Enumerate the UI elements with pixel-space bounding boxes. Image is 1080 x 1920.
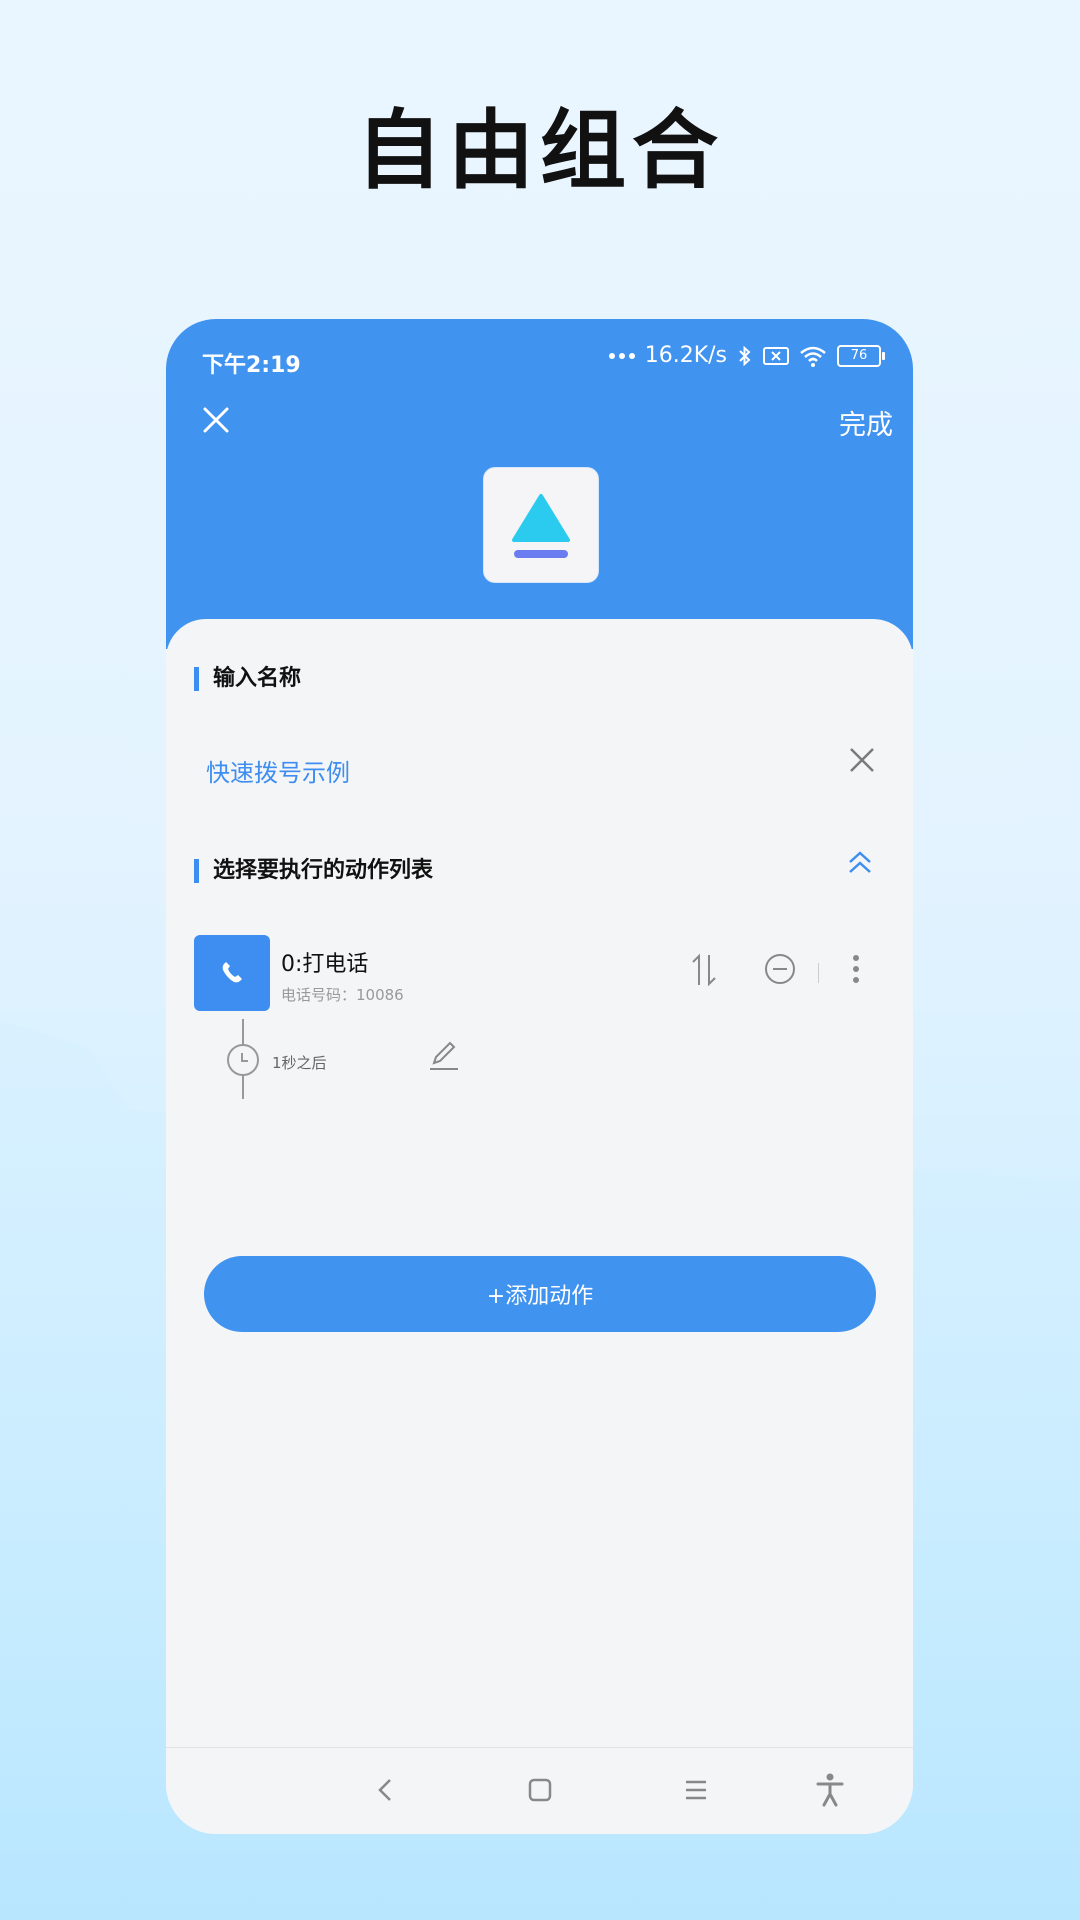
remove-action-button[interactable] bbox=[760, 953, 800, 993]
add-action-button[interactable]: +添加动作 bbox=[204, 1256, 876, 1332]
chevron-left-icon bbox=[378, 1779, 391, 1801]
accessibility-icon bbox=[816, 1773, 844, 1807]
action-title: 0:打电话 bbox=[281, 952, 369, 977]
reorder-button[interactable] bbox=[684, 953, 724, 993]
chevron-up-double-icon bbox=[849, 851, 871, 873]
minus-circle-icon bbox=[765, 954, 795, 984]
done-button[interactable]: 完成 bbox=[839, 403, 893, 442]
clock-icon bbox=[227, 1044, 259, 1076]
navigation-bar bbox=[166, 1747, 913, 1834]
actions-section-title: 选择要执行的动作列表 bbox=[194, 859, 433, 883]
network-speed: 16.2K/s bbox=[644, 343, 727, 368]
more-vertical-icon bbox=[853, 955, 859, 983]
nav-back-button[interactable] bbox=[366, 1770, 406, 1810]
nav-home-button[interactable] bbox=[520, 1770, 560, 1810]
sim-icon bbox=[763, 346, 789, 365]
action-subtitle: 电话号码：10086 bbox=[281, 986, 404, 1004]
battery-icon: 76 bbox=[837, 344, 885, 367]
action-divider bbox=[818, 963, 819, 983]
name-input[interactable]: 快速拨号示例 bbox=[206, 753, 350, 788]
edit-delay-button[interactable] bbox=[428, 1039, 460, 1071]
collapse-button[interactable] bbox=[840, 847, 880, 887]
action-phone-tile[interactable] bbox=[194, 935, 270, 1011]
phone-frame: 下午2:19 16.2K/s 76 完成 输入名称 快速拨号示例 选择要执行的动… bbox=[166, 319, 913, 1834]
status-bar: 下午2:19 16.2K/s 76 bbox=[166, 333, 913, 383]
status-time: 下午2:19 bbox=[202, 353, 301, 378]
more-options-button[interactable] bbox=[836, 953, 876, 993]
content-sheet: 输入名称 快速拨号示例 选择要执行的动作列表 0:打电话 电话号码：10086 bbox=[166, 619, 913, 1834]
wifi-icon bbox=[800, 346, 826, 367]
bluetooth-icon bbox=[739, 345, 751, 366]
name-section-title: 输入名称 bbox=[194, 667, 301, 691]
clear-name-button[interactable] bbox=[842, 742, 882, 782]
eject-icon bbox=[512, 494, 570, 558]
close-icon bbox=[850, 748, 874, 772]
nav-accessibility-button[interactable] bbox=[810, 1770, 850, 1810]
delay-text: 1秒之后 bbox=[272, 1054, 327, 1072]
square-icon bbox=[528, 1778, 552, 1802]
menu-icon bbox=[686, 1780, 706, 1800]
phone-icon bbox=[222, 962, 242, 983]
status-right: 16.2K/s 76 bbox=[608, 343, 885, 368]
close-icon bbox=[203, 407, 229, 433]
signal-dots-icon bbox=[608, 352, 635, 359]
pencil-icon bbox=[430, 1041, 458, 1070]
nav-menu-button[interactable] bbox=[676, 1770, 716, 1810]
close-button[interactable] bbox=[196, 401, 236, 441]
sort-arrows-icon bbox=[692, 953, 716, 987]
app-icon-picker[interactable] bbox=[483, 467, 599, 583]
promo-headline: 自由组合 bbox=[356, 101, 724, 201]
